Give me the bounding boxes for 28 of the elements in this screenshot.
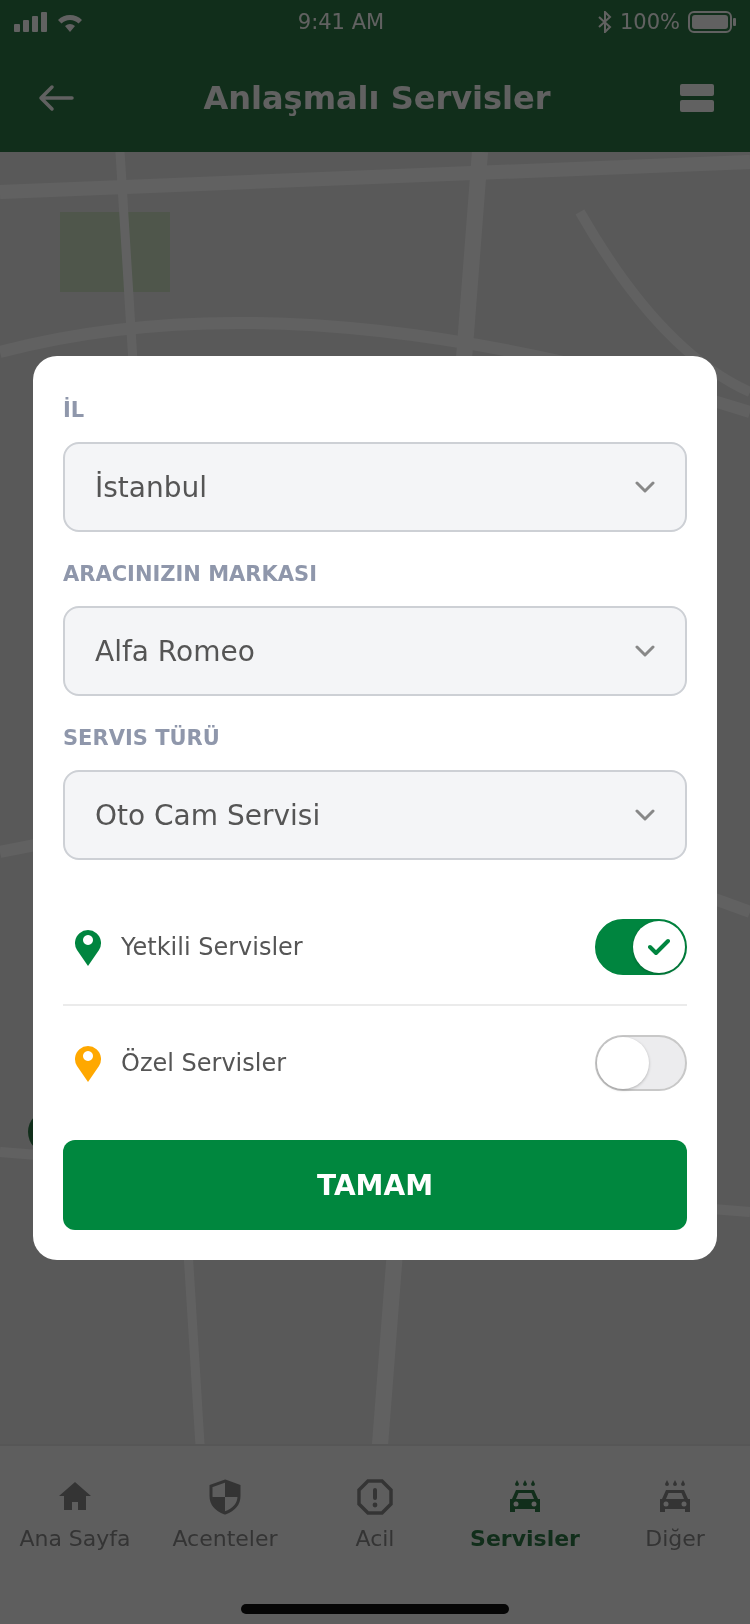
confirm-button[interactable]: TAMAM xyxy=(63,1140,687,1230)
wifi-icon xyxy=(56,12,84,32)
bluetooth-icon xyxy=(597,11,612,33)
signal-icon xyxy=(14,12,48,32)
check-icon xyxy=(648,938,670,956)
toggle-switch[interactable] xyxy=(595,919,687,975)
back-arrow-icon xyxy=(38,84,74,112)
chevron-down-icon xyxy=(635,645,655,657)
list-icon xyxy=(680,84,714,112)
toggle-label: Yetkili Servisler xyxy=(121,933,304,961)
battery-percentage: 100% xyxy=(619,10,680,34)
toggle-label: Özel Servisler xyxy=(121,1049,288,1077)
dropdown-field[interactable]: Oto Cam Servisi xyxy=(63,770,687,860)
chevron-down-icon xyxy=(635,481,655,493)
dropdown-field[interactable]: İstanbul xyxy=(63,442,687,532)
screen-title: Anlaşmalı Servisler xyxy=(203,79,551,117)
list-view-button[interactable] xyxy=(680,84,714,112)
field-label: SERVIS TÜRÜ xyxy=(63,726,221,750)
battery-icon xyxy=(688,11,736,33)
chevron-down-icon xyxy=(635,809,655,821)
tab[interactable]: Servisler xyxy=(450,1458,600,1555)
warning-icon xyxy=(356,1478,394,1516)
dropdown-field[interactable]: Alfa Romeo xyxy=(63,606,687,696)
back-button[interactable] xyxy=(38,84,74,112)
field-label: İL xyxy=(63,398,86,422)
clock: 9:41 AM xyxy=(297,10,385,34)
toggle-switch[interactable] xyxy=(595,1035,687,1091)
field-label: ARACINIZIN MARKASI xyxy=(63,562,318,586)
